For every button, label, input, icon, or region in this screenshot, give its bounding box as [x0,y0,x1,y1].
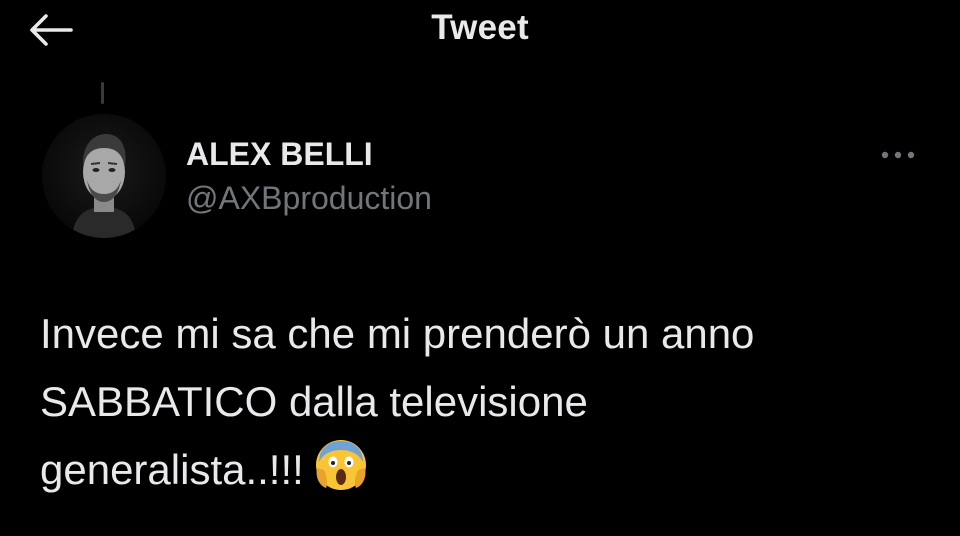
face-screaming-in-fear-emoji [314,438,368,492]
top-bar: Tweet [0,0,960,64]
more-options-button[interactable] [868,138,928,172]
tweet-text: Invece mi sa che mi prenderò un anno SAB… [40,300,930,504]
more-horizontal-icon [881,151,915,159]
thread-connector-line [101,82,104,104]
page-title: Tweet [431,8,529,47]
tweet-text-line: generalista..!!! [40,436,930,504]
author-name[interactable]: ALEX BELLI [186,136,373,173]
avatar[interactable] [42,114,166,238]
profile-photo [42,114,166,238]
tweet-text-segment: generalista..!!! [40,446,304,493]
tweet-text-line: Invece mi sa che mi prenderò un anno [40,310,755,357]
tweet-text-line: SABBATICO dalla televisione [40,378,588,425]
author-handle[interactable]: @AXBproduction [186,180,432,217]
